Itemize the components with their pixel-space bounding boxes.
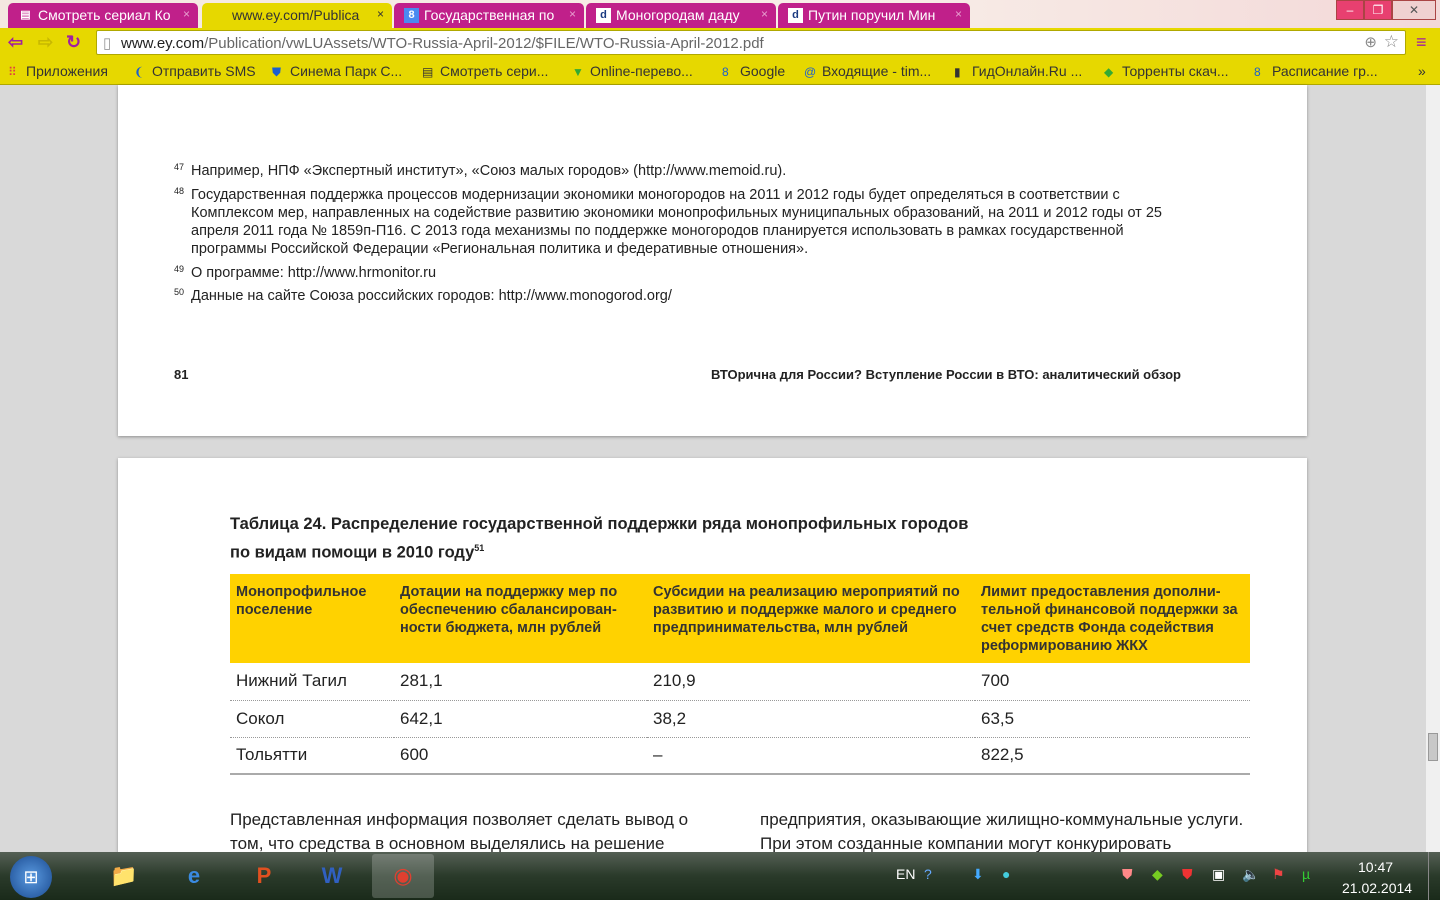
explorer-icon[interactable]: 📁 (93, 854, 155, 898)
table-row: Сокол 642,1 38,2 63,5 (230, 700, 1250, 738)
close-window-button[interactable]: ✕ (1392, 0, 1436, 20)
footnote: 49 О программе: http://www.hrmonitor.ru (174, 264, 437, 281)
page-icon: ▯ (103, 35, 112, 52)
ie-icon[interactable]: e (163, 854, 225, 898)
clock-time[interactable]: 10:47 (1358, 859, 1393, 875)
table-row: Тольятти 600–822,5 (230, 737, 1250, 775)
table-row: Нижний Тагил 281,1 210,9 700 (230, 663, 1250, 701)
film-icon: ▤ (20, 9, 31, 21)
bookmark[interactable]: ▤ Смотреть сери... (422, 63, 548, 79)
utorrent-icon[interactable]: µ (1302, 866, 1310, 882)
zoom-icon[interactable]: ⊕ (1364, 33, 1377, 51)
google-icon: 8 (404, 8, 419, 23)
close-tab-icon[interactable]: × (955, 7, 962, 21)
taskbar: ⊞ 📁 e P W ◉ EN ? ⬇ ● ⛊ ◆ ⛊ ▣ 🔈 ⚑ µ 10:47… (0, 852, 1440, 900)
security-icon[interactable]: ⛊ (1182, 866, 1193, 883)
more-bookmarks-button[interactable]: » (1418, 63, 1426, 79)
close-tab-icon[interactable]: × (761, 7, 768, 21)
network-icon[interactable]: ▣ (1212, 866, 1225, 883)
apps-icon: ⠿ (8, 65, 17, 79)
body-text-right: предприятия, оказывающие жилищно-коммуна… (760, 810, 1244, 853)
bookmark[interactable]: ◆ Торренты скач... (1104, 63, 1229, 79)
d-icon: d (788, 8, 803, 23)
tab-ey[interactable]: www.ey.com/Publica × (202, 3, 392, 28)
star-icon[interactable]: ☆ (1384, 32, 1399, 52)
tab-strip: ▤ Смотреть сериал Ко × www.ey.com/Publica ×… (0, 0, 1440, 28)
pdf-page-82: Таблица 24. Распределение государственно… (118, 458, 1307, 858)
bookmark[interactable]: ⠿ Приложения (8, 63, 108, 79)
start-button[interactable]: ⊞ (10, 856, 52, 898)
language-indicator[interactable]: EN (896, 866, 915, 882)
restore-button[interactable]: ❐ (1364, 0, 1392, 20)
close-tab-icon[interactable]: × (377, 7, 384, 21)
address-bar[interactable]: ▯ www.ey.com/Publication/vwLUAssets/WTO-R… (96, 30, 1406, 55)
bookmark[interactable]: 8 Расписание гр... (1254, 63, 1378, 79)
shield-icon[interactable]: ⛊ (1122, 866, 1133, 883)
download-icon[interactable]: ⬇ (972, 866, 984, 883)
tab-monogorod[interactable]: d Моногородам даду × (586, 3, 776, 28)
table-title: Таблица 24. Распределение государственно… (230, 515, 969, 562)
body-text-left: Представленная информация позволяет сдел… (230, 810, 689, 853)
page-number: 81 (174, 367, 189, 382)
close-tab-icon[interactable]: × (569, 7, 576, 21)
show-desktop-button[interactable] (1428, 852, 1440, 900)
powerpoint-icon[interactable]: P (233, 854, 295, 898)
pdf-page-81: 47 Например, НПФ «Экспертный институт», «… (118, 85, 1307, 436)
clock-date[interactable]: 21.02.2014 (1342, 880, 1412, 896)
tab-serial[interactable]: ▤ Смотреть сериал Ко × (8, 3, 198, 28)
bookmark[interactable]: ▮ ГидОнлайн.Ru ... (954, 63, 1082, 79)
minimize-button[interactable]: – (1336, 0, 1364, 20)
reload-button[interactable]: ↻ (66, 32, 81, 53)
toolbar: ⇦ ⇨ ↻ ▯ www.ey.com/Publication/vwLUAssets… (0, 28, 1440, 57)
close-tab-icon[interactable]: × (183, 7, 190, 21)
word-icon[interactable]: W (301, 854, 363, 898)
tab-gos[interactable]: 8 Государственная по × (394, 3, 584, 28)
bookmark[interactable]: ⛊ Синема Парк С... (272, 63, 402, 80)
help-icon[interactable]: ? (924, 866, 932, 882)
footnote: 50 Данные на сайте Союза российских город… (174, 287, 672, 304)
bookmark[interactable]: @ Входящие - tim... (804, 63, 931, 79)
bookmark[interactable]: ❨ Отправить SMS (134, 63, 256, 79)
running-title: ВТОрична для России? Вступление России в… (710, 367, 1181, 382)
chrome-icon[interactable]: ◉ (372, 854, 434, 898)
footnote: 47 Например, НПФ «Экспертный институт», «… (174, 162, 787, 179)
media-icon[interactable]: ● (1002, 866, 1010, 882)
volume-icon[interactable]: 🔈 (1242, 866, 1259, 883)
bookmark[interactable]: 8 Google (722, 63, 785, 79)
footnote: 48 Государственная поддержка процессов мо… (174, 186, 1162, 257)
back-button[interactable]: ⇦ (8, 32, 23, 53)
bookmark[interactable]: ▼ Online-перево... (572, 63, 693, 79)
bookmarks-bar: ⠿ Приложения ❨ Отправить SMS ⛊ Синема Парк … (0, 57, 1440, 85)
scrollbar[interactable] (1426, 85, 1440, 852)
nvidia-icon[interactable]: ◆ (1152, 866, 1163, 883)
tab-putin[interactable]: d Путин поручил Мин × (778, 3, 970, 28)
d-icon: d (596, 8, 611, 23)
menu-icon[interactable]: ≡ (1416, 32, 1427, 53)
scrollbar-thumb[interactable] (1428, 733, 1438, 761)
forward-button[interactable]: ⇨ (38, 32, 53, 53)
action-center-flag-icon[interactable]: ⚑ (1272, 866, 1285, 883)
data-table: Монопрофильное поселение Дотации на подде… (230, 574, 1250, 775)
